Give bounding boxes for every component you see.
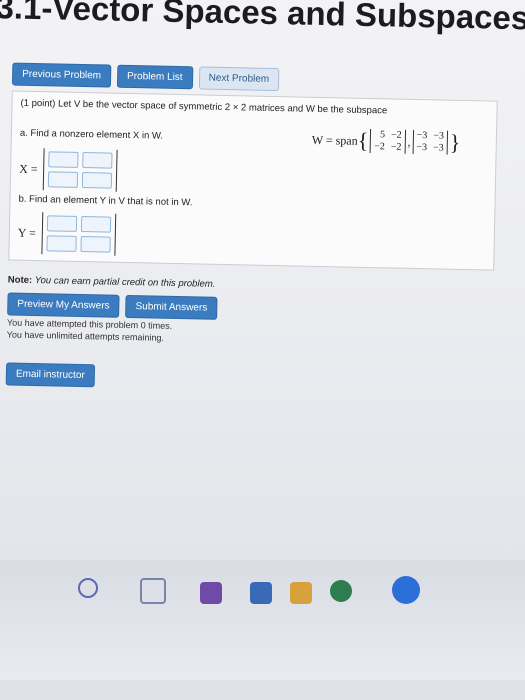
attempts-info: You have attempted this problem 0 times.… (7, 316, 173, 343)
span-matrix-1: 5 −2 −2 −2 (370, 129, 406, 154)
part-a-prompt: a. Find a nonzero element X in W. (19, 127, 164, 142)
answer-y-row: Y = (17, 212, 117, 256)
matrix-entry: 5 (379, 129, 386, 141)
answer-x-row: X = (19, 148, 119, 192)
left-brace: { (357, 127, 369, 153)
preview-answers-button[interactable]: Preview My Answers (7, 292, 120, 318)
matrix-entry: −2 (390, 141, 402, 153)
y12-input[interactable] (80, 216, 112, 233)
matrix-entry: −2 (390, 129, 402, 141)
x12-input[interactable] (82, 152, 113, 169)
y11-input[interactable] (46, 215, 78, 232)
matrix-entry: −3 (433, 130, 445, 142)
next-problem-button[interactable]: Next Problem (198, 66, 280, 92)
email-instructor-button[interactable]: Email instructor (5, 362, 96, 388)
note-text: You can earn partial credit on this prob… (34, 275, 216, 290)
answer-actions: Preview My Answers Submit Answers (7, 292, 218, 320)
y21-input[interactable] (46, 235, 77, 252)
previous-problem-button[interactable]: Previous Problem (11, 62, 112, 88)
problem-nav: Previous Problem Problem List Next Probl… (11, 62, 280, 92)
store-icon[interactable] (250, 582, 272, 604)
attempts-line-2: You have unlimited attempts remaining. (6, 329, 165, 343)
comma: , (407, 134, 411, 149)
problem-list-button[interactable]: Problem List (116, 64, 193, 90)
x-label: X = (19, 161, 38, 176)
email-area: Email instructor (5, 362, 96, 388)
matrix-entry: −3 (416, 130, 428, 142)
app-icon[interactable] (200, 582, 222, 604)
chrome-icon[interactable] (330, 580, 352, 602)
x11-input[interactable] (48, 151, 79, 168)
taskbar (0, 560, 525, 680)
matrix-entry: −3 (432, 142, 444, 154)
problem-box: (1 point) Let V be the vector space of s… (8, 90, 498, 271)
matrix-entry: −3 (416, 142, 428, 154)
y-matrix-input (41, 212, 117, 256)
right-brace: } (449, 129, 461, 155)
webwork-page: 3.1-Vector Spaces and Subspaces: Problem… (0, 0, 525, 558)
partial-credit-note: Note: You can earn partial credit on thi… (8, 274, 216, 289)
edge-icon[interactable] (392, 576, 420, 604)
y22-input[interactable] (80, 235, 111, 253)
matrix-entry: −2 (374, 141, 385, 153)
note-label: Note: (7, 274, 33, 286)
problem-intro: (1 point) Let V be the vector space of s… (20, 97, 388, 117)
cortana-icon[interactable] (78, 578, 98, 598)
folder-icon[interactable] (290, 582, 312, 604)
page-title: 3.1-Vector Spaces and Subspaces: Problem… (0, 0, 525, 40)
submit-answers-button[interactable]: Submit Answers (125, 294, 218, 320)
span-matrix-2: −3 −3 −3 −3 (412, 129, 449, 155)
span-label: W = span (311, 132, 358, 148)
task-view-icon[interactable] (140, 578, 166, 604)
span-definition: W = span { 5 −2 −2 −2 , −3 −3 −3 −3 } (312, 128, 461, 155)
x-matrix-input (43, 148, 119, 192)
x21-input[interactable] (48, 171, 79, 188)
x22-input[interactable] (82, 172, 113, 189)
part-b-prompt: b. Find an element Y in V that is not in… (18, 193, 193, 209)
y-label: Y = (17, 225, 36, 240)
